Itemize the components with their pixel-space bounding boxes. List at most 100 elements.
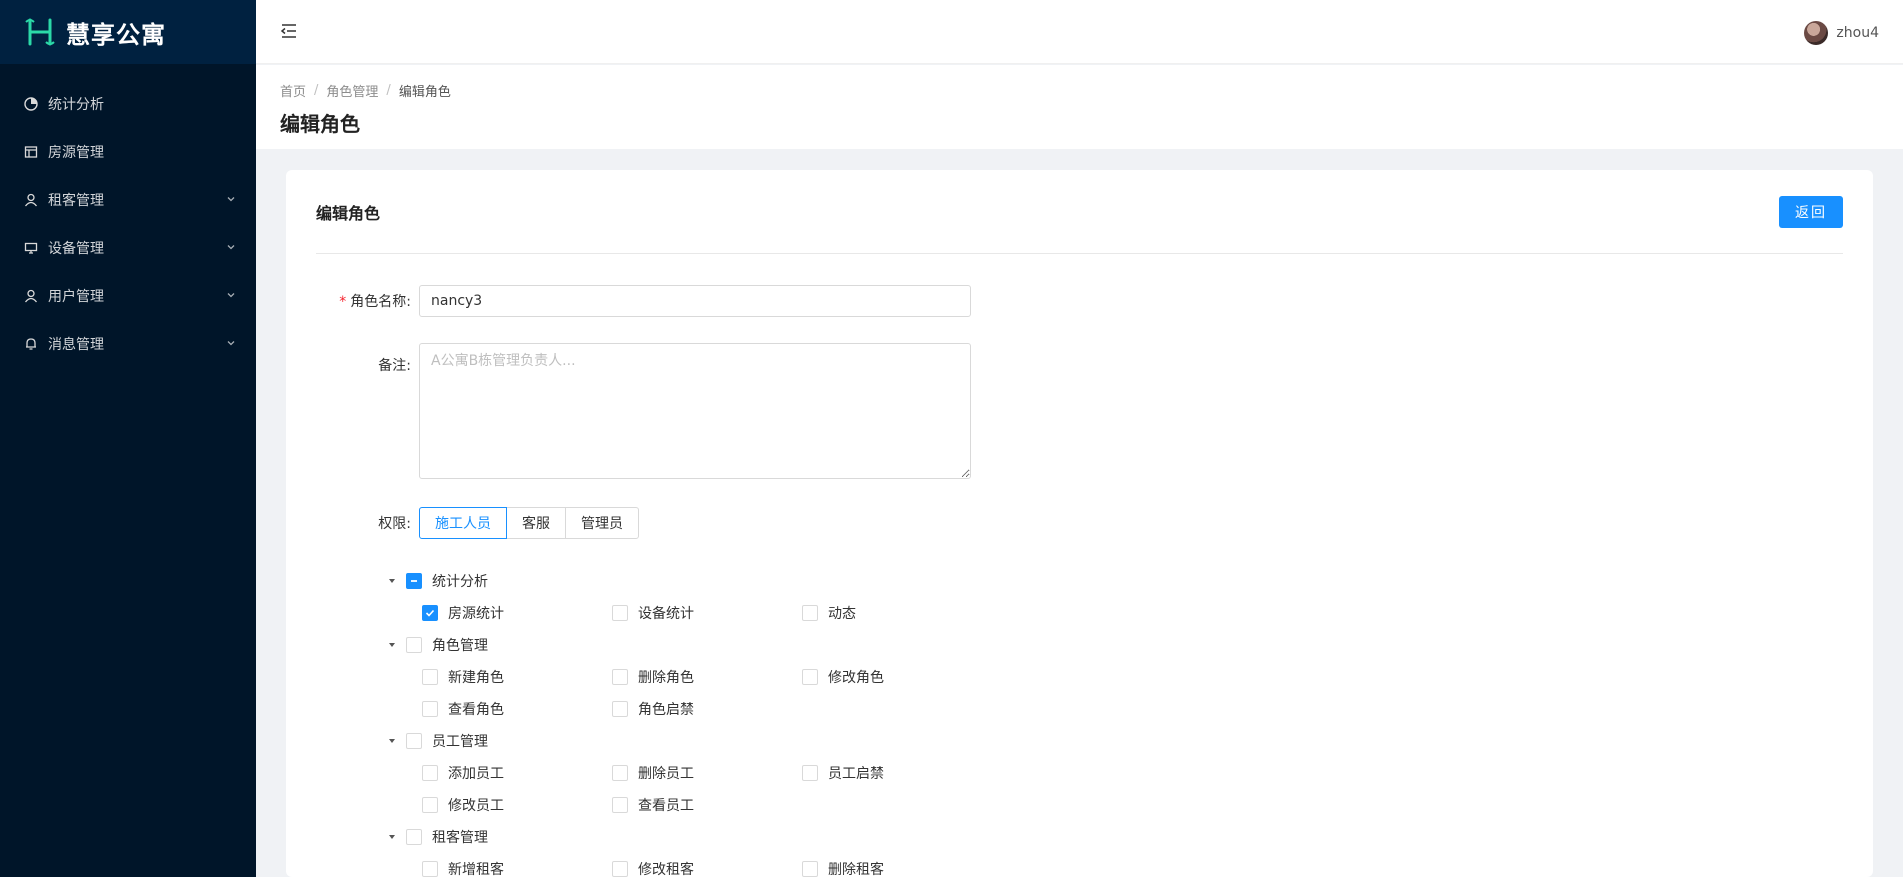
permission-item[interactable]: 查看角色 bbox=[422, 693, 612, 725]
permission-item[interactable]: 房源统计 bbox=[422, 597, 612, 629]
permission-label: 修改角色 bbox=[828, 670, 884, 686]
tree-node-group[interactable]: 员工管理 bbox=[384, 725, 1144, 757]
tree-children: 新建角色 删除角色 修改角色查看角色 角色启禁 bbox=[384, 661, 1144, 725]
permission-checkbox[interactable] bbox=[802, 605, 818, 621]
group-checkbox[interactable] bbox=[406, 573, 422, 589]
radio-customer-service[interactable]: 客服 bbox=[506, 507, 566, 539]
permission-checkbox[interactable] bbox=[422, 605, 438, 621]
remark-textarea[interactable] bbox=[419, 343, 971, 479]
sidebar-item-label: 统计分析 bbox=[48, 97, 104, 113]
permission-checkbox[interactable] bbox=[422, 669, 438, 685]
group-label: 员工管理 bbox=[432, 734, 488, 750]
permission-label: 新建角色 bbox=[448, 670, 504, 686]
sidebar-item-label: 设备管理 bbox=[48, 241, 104, 257]
permission-checkbox[interactable] bbox=[612, 701, 628, 717]
sidebar-item-rooms[interactable]: 房源管理 bbox=[0, 128, 256, 176]
group-checkbox[interactable] bbox=[406, 637, 422, 653]
sidebar: 慧享公寓 统计分析 房源管理 租客管理 设备管理 用户管理 消息管理 bbox=[0, 0, 256, 877]
permission-item[interactable]: 修改员工 bbox=[422, 789, 612, 821]
tree-node-group[interactable]: 统计分析 bbox=[384, 565, 1144, 597]
permission-checkbox[interactable] bbox=[422, 765, 438, 781]
group-label: 统计分析 bbox=[432, 574, 488, 590]
permission-checkbox[interactable] bbox=[612, 605, 628, 621]
permission-label: 员工启禁 bbox=[828, 766, 884, 782]
group-checkbox[interactable] bbox=[406, 733, 422, 749]
permission-checkbox[interactable] bbox=[422, 701, 438, 717]
permission-checkbox[interactable] bbox=[612, 797, 628, 813]
h-logo-icon bbox=[25, 18, 55, 46]
permission-label: 角色启禁 bbox=[638, 702, 694, 718]
role-name-label: * 角色名称: bbox=[339, 294, 411, 310]
caret-down-icon[interactable] bbox=[384, 733, 400, 749]
sidebar-item-users[interactable]: 用户管理 bbox=[0, 272, 256, 320]
permission-label: 添加员工 bbox=[448, 766, 504, 782]
permission-checkbox[interactable] bbox=[422, 797, 438, 813]
permission-item[interactable]: 员工启禁 bbox=[802, 757, 992, 789]
permission-item[interactable]: 新建角色 bbox=[422, 661, 612, 693]
breadcrumb-roles[interactable]: 角色管理 bbox=[326, 81, 378, 100]
permission-label: 房源统计 bbox=[448, 606, 504, 622]
permission-item[interactable]: 角色启禁 bbox=[612, 693, 802, 725]
permission-checkbox[interactable] bbox=[802, 861, 818, 877]
tree-children: 添加员工 删除员工 员工启禁修改员工 查看员工 bbox=[384, 757, 1144, 821]
permission-item[interactable]: 删除角色 bbox=[612, 661, 802, 693]
permission-item[interactable]: 查看员工 bbox=[612, 789, 802, 821]
permission-checkbox[interactable] bbox=[802, 765, 818, 781]
shop-icon bbox=[24, 145, 38, 159]
page-title: 编辑角色 bbox=[280, 112, 360, 136]
permission-checkbox[interactable] bbox=[612, 765, 628, 781]
role-name-input[interactable] bbox=[419, 285, 971, 317]
menu-fold-icon[interactable] bbox=[280, 22, 298, 40]
permission-item[interactable]: 添加员工 bbox=[422, 757, 612, 789]
app-logo[interactable]: 慧享公寓 bbox=[0, 0, 256, 64]
permission-checkbox[interactable] bbox=[802, 669, 818, 685]
radio-construction[interactable]: 施工人员 bbox=[419, 507, 507, 539]
sidebar-item-tenants[interactable]: 租客管理 bbox=[0, 176, 256, 224]
permission-item[interactable]: 动态 bbox=[802, 597, 992, 629]
permission-label: 查看员工 bbox=[638, 798, 694, 814]
permission-item[interactable]: 修改租客 bbox=[612, 853, 802, 877]
permission-checkbox[interactable] bbox=[612, 669, 628, 685]
sidebar-item-label: 消息管理 bbox=[48, 337, 104, 353]
sidebar-item-statistics[interactable]: 统计分析 bbox=[0, 80, 256, 128]
caret-down-icon[interactable] bbox=[384, 573, 400, 589]
sidebar-item-label: 用户管理 bbox=[48, 289, 104, 305]
role-name-row: * 角色名称: bbox=[319, 285, 971, 317]
back-button[interactable]: 返回 bbox=[1779, 195, 1843, 228]
permission-item[interactable]: 修改角色 bbox=[802, 661, 992, 693]
permission-item[interactable]: 设备统计 bbox=[612, 597, 802, 629]
card-title: 编辑角色 bbox=[316, 203, 381, 223]
sidebar-item-devices[interactable]: 设备管理 bbox=[0, 224, 256, 272]
permission-radio-group: 施工人员 客服 管理员 bbox=[419, 507, 639, 539]
tree-children: 房源统计 设备统计 动态 bbox=[384, 597, 1144, 629]
permission-row: 权限: 施工人员 客服 管理员 bbox=[319, 507, 639, 539]
permission-item[interactable]: 删除员工 bbox=[612, 757, 802, 789]
caret-down-icon[interactable] bbox=[384, 829, 400, 845]
permission-tree: 统计分析房源统计 设备统计 动态角色管理新建角色 删除角色 修改角色查看角色 角色启禁员工… bbox=[384, 565, 1144, 877]
sidebar-item-label: 房源管理 bbox=[48, 145, 104, 161]
tree-node-group[interactable]: 角色管理 bbox=[384, 629, 1144, 661]
tree-children: 新增租客修改租客删除租客租客详情 bbox=[384, 853, 1144, 877]
pie-chart-icon bbox=[24, 97, 38, 111]
breadcrumb-current: 编辑角色 bbox=[398, 85, 451, 100]
permission-item[interactable]: 删除租客 bbox=[802, 853, 992, 877]
chevron-down-icon bbox=[227, 293, 235, 298]
permission-checkbox[interactable] bbox=[612, 861, 628, 877]
permission-label: 新增租客 bbox=[448, 862, 504, 877]
group-checkbox[interactable] bbox=[406, 829, 422, 845]
user-menu[interactable]: zhou4 bbox=[1804, 21, 1879, 45]
permission-item[interactable]: 新增租客 bbox=[422, 853, 612, 877]
caret-down-icon[interactable] bbox=[384, 637, 400, 653]
page-header: 首页 / 角色管理 / 编辑角色 编辑角色 bbox=[256, 65, 1903, 149]
remark-row: 备注: bbox=[319, 343, 971, 479]
chevron-down-icon bbox=[227, 245, 235, 250]
tree-node-group[interactable]: 租客管理 bbox=[384, 821, 1144, 853]
radio-admin[interactable]: 管理员 bbox=[565, 507, 639, 539]
permission-checkbox[interactable] bbox=[422, 861, 438, 877]
sidebar-item-label: 租客管理 bbox=[48, 193, 104, 209]
permission-label: 修改租客 bbox=[638, 862, 694, 877]
chevron-down-icon bbox=[227, 197, 235, 202]
group-label: 角色管理 bbox=[432, 638, 488, 654]
breadcrumb-home[interactable]: 首页 bbox=[280, 81, 306, 100]
sidebar-item-messages[interactable]: 消息管理 bbox=[0, 320, 256, 368]
